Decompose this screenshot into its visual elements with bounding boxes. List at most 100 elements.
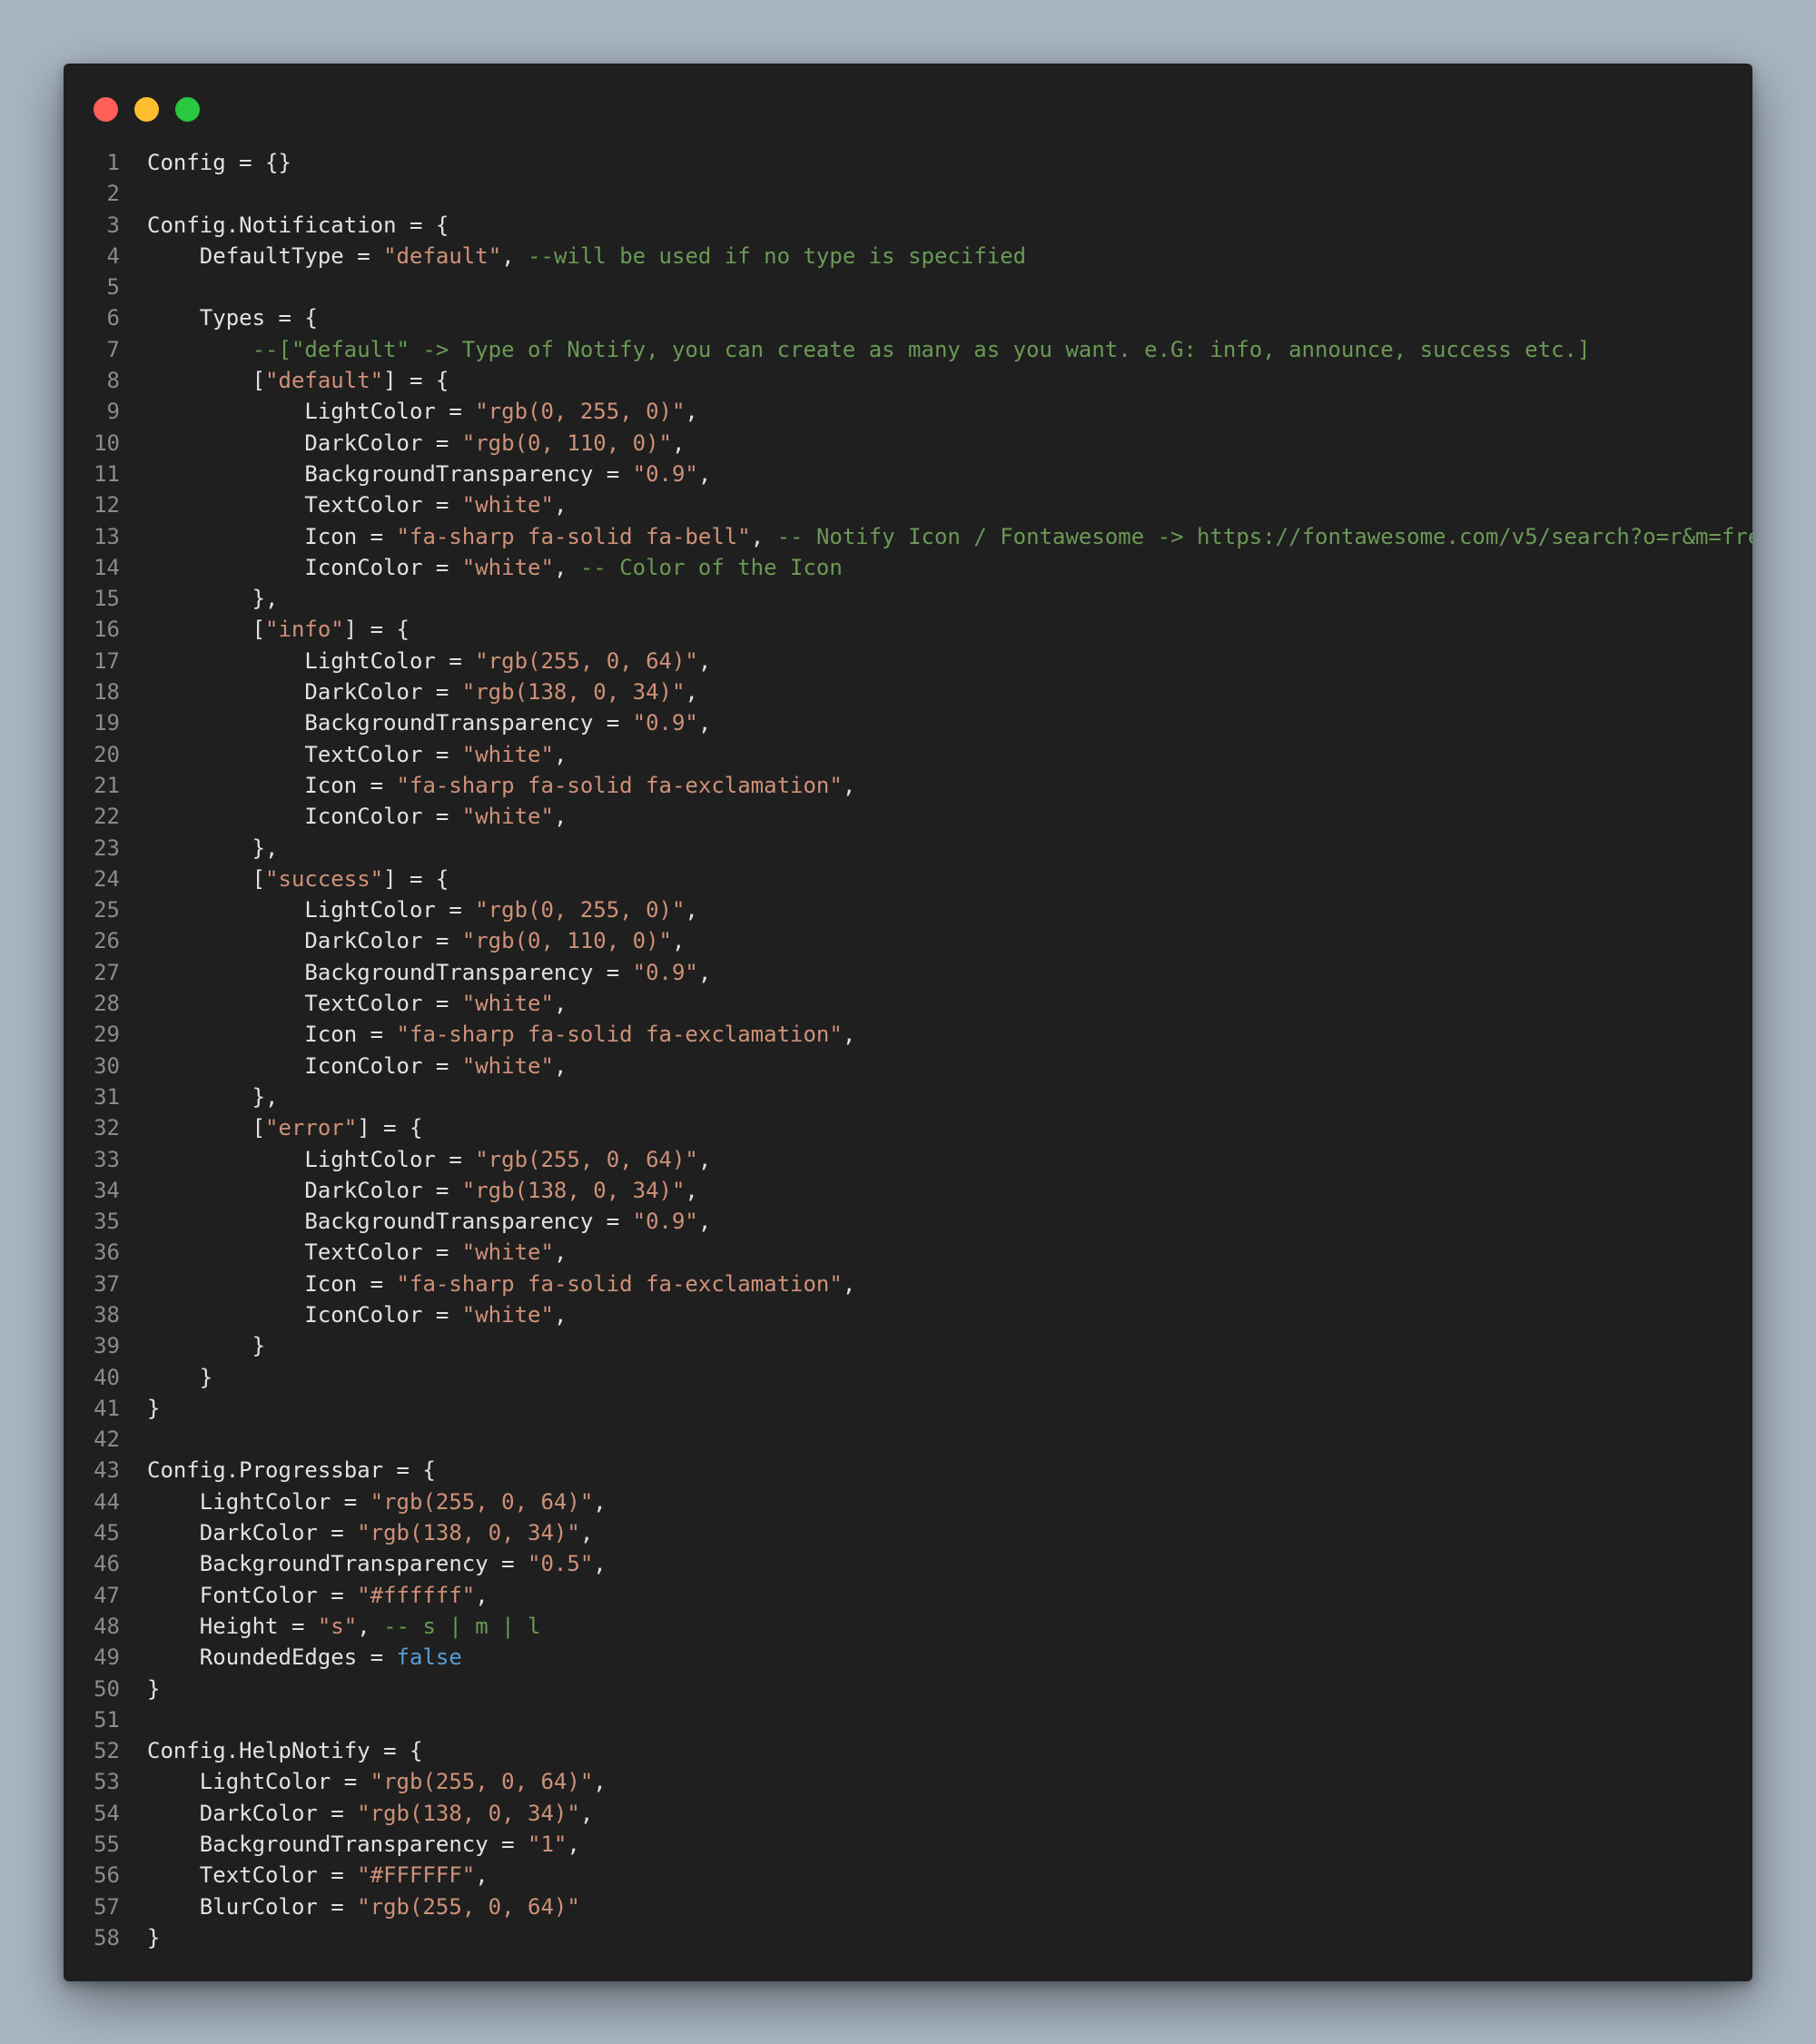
code-token: , [685, 679, 698, 706]
line-number: 11 [94, 460, 120, 487]
line-text: DarkColor = "rgb(138, 0, 34)", [147, 1175, 697, 1206]
code-token: LightColor = [147, 897, 476, 923]
line-text: TextColor = "white", [147, 489, 567, 520]
line-number: 10 [94, 430, 120, 456]
code-line: 51 [64, 1704, 1752, 1735]
code-token: -- Color of the Icon [579, 554, 843, 580]
code-token: IconColor = [147, 804, 462, 830]
line-number: 52 [94, 1738, 120, 1764]
line-number: 16 [94, 617, 120, 643]
code-line: 40 } [64, 1362, 1752, 1393]
code-token: -- Notify Icon / Fontawesome -> https://… [776, 523, 1752, 549]
code-token: Config.Progressbar = { [147, 1457, 436, 1484]
code-token: "white" [461, 492, 554, 518]
code-line: 44 LightColor = "rgb(255, 0, 64)", [64, 1486, 1752, 1517]
line-number: 39 [94, 1333, 120, 1359]
code-line: 45 DarkColor = "rgb(138, 0, 34)", [64, 1517, 1752, 1548]
code-line: 43 Config.Progressbar = { [64, 1455, 1752, 1486]
code-token: "rgb(138, 0, 34)" [461, 1177, 686, 1203]
code-token: "rgb(255, 0, 64)" [370, 1488, 594, 1515]
code-token: "default" [265, 368, 384, 394]
code-token: TextColor = [147, 1239, 462, 1266]
code-editor[interactable]: 1 Config = {} 2 3 Config.Notification = {4 D… [64, 147, 1752, 1953]
line-number: 24 [94, 865, 120, 892]
line-number: 36 [94, 1239, 120, 1266]
code-token: , [593, 1488, 607, 1515]
code-token: } [147, 1364, 213, 1390]
line-number: 27 [94, 959, 120, 985]
code-token: BackgroundTransparency = [147, 959, 633, 985]
code-token: BlurColor = [147, 1893, 358, 1920]
code-line: 31 }, [64, 1081, 1752, 1112]
code-token: IconColor = [147, 1052, 462, 1079]
code-line: 42 [64, 1424, 1752, 1455]
line-text: ["success"] = { [147, 864, 449, 894]
line-number: 49 [94, 1644, 120, 1671]
line-text: LightColor = "rgb(0, 255, 0)", [147, 396, 697, 427]
line-text: BackgroundTransparency = "0.9", [147, 1206, 711, 1237]
code-token: [ [147, 617, 266, 643]
code-token: "rgb(138, 0, 34)" [461, 679, 686, 706]
code-token: , [697, 460, 712, 487]
code-token: "rgb(0, 110, 0)" [461, 430, 672, 456]
code-line: 55 BackgroundTransparency = "1", [64, 1829, 1752, 1860]
line-text: FontColor = "#ffffff", [147, 1580, 489, 1611]
line-number: 35 [94, 1209, 120, 1235]
code-line: 48 Height = "s", -- s | m | l [64, 1611, 1752, 1642]
code-token: , [553, 741, 568, 767]
line-text: DefaultType = "default", --will be used … [147, 241, 1026, 272]
code-token: DarkColor = [147, 1800, 358, 1826]
line-number: 25 [94, 897, 120, 923]
code-token: }, [147, 834, 279, 861]
code-token: ] = { [383, 368, 449, 394]
code-token: "rgb(138, 0, 34)" [357, 1800, 580, 1826]
line-text: Icon = "fa-sharp fa-solid fa-bell", -- N… [147, 521, 1752, 552]
code-token: "fa-sharp fa-solid fa-exclamation" [396, 1022, 843, 1048]
code-token: "fa-sharp fa-solid fa-exclamation" [396, 772, 843, 798]
code-token: "0.5" [528, 1551, 594, 1577]
code-token: , [593, 1769, 607, 1795]
code-line: 56 TextColor = "#FFFFFF", [64, 1860, 1752, 1891]
code-token: "white" [461, 1301, 554, 1328]
line-number: 30 [94, 1052, 120, 1079]
code-token: "1" [528, 1832, 568, 1858]
line-text: Config = {} [147, 147, 291, 178]
close-button[interactable] [94, 97, 118, 122]
code-token: , [475, 1582, 489, 1608]
line-number: 1 [106, 150, 120, 175]
line-number: 46 [94, 1551, 120, 1577]
code-token: "white" [461, 1239, 554, 1266]
code-token: DarkColor = [147, 430, 462, 456]
line-text: IconColor = "white", [147, 1299, 567, 1330]
line-number: 42 [94, 1427, 120, 1453]
line-text: } [147, 1330, 265, 1361]
line-text: TextColor = "white", [147, 988, 567, 1019]
code-token: "white" [461, 741, 554, 767]
code-token: } [147, 1924, 161, 1950]
code-token: , [697, 959, 712, 985]
code-line: 2 [64, 178, 1752, 209]
code-token: Icon = [147, 1270, 397, 1297]
line-text: }, [147, 583, 279, 614]
line-number: 58 [94, 1924, 120, 1950]
code-token: Height = [147, 1613, 318, 1639]
code-token: "0.9" [632, 460, 698, 487]
line-text: DarkColor = "rgb(138, 0, 34)", [147, 1798, 593, 1829]
code-token: "rgb(138, 0, 34)" [357, 1520, 580, 1546]
line-number: 33 [94, 1146, 120, 1172]
code-token: } [147, 1675, 161, 1702]
code-line: 54 DarkColor = "rgb(138, 0, 34)", [64, 1798, 1752, 1829]
code-token: BackgroundTransparency = [147, 460, 633, 487]
code-token: FontColor = [147, 1582, 358, 1608]
code-token: "0.9" [632, 710, 698, 736]
maximize-button[interactable] [175, 97, 200, 122]
code-token: , [553, 492, 568, 518]
minimize-button[interactable] [134, 97, 159, 122]
code-token: BackgroundTransparency = [147, 710, 633, 736]
line-number: 23 [94, 834, 120, 861]
code-line: 58} [64, 1922, 1752, 1953]
line-number: 55 [94, 1832, 120, 1858]
line-number: 21 [94, 772, 120, 798]
line-text: BackgroundTransparency = "0.9", [147, 707, 711, 738]
line-number: 31 [94, 1083, 120, 1110]
